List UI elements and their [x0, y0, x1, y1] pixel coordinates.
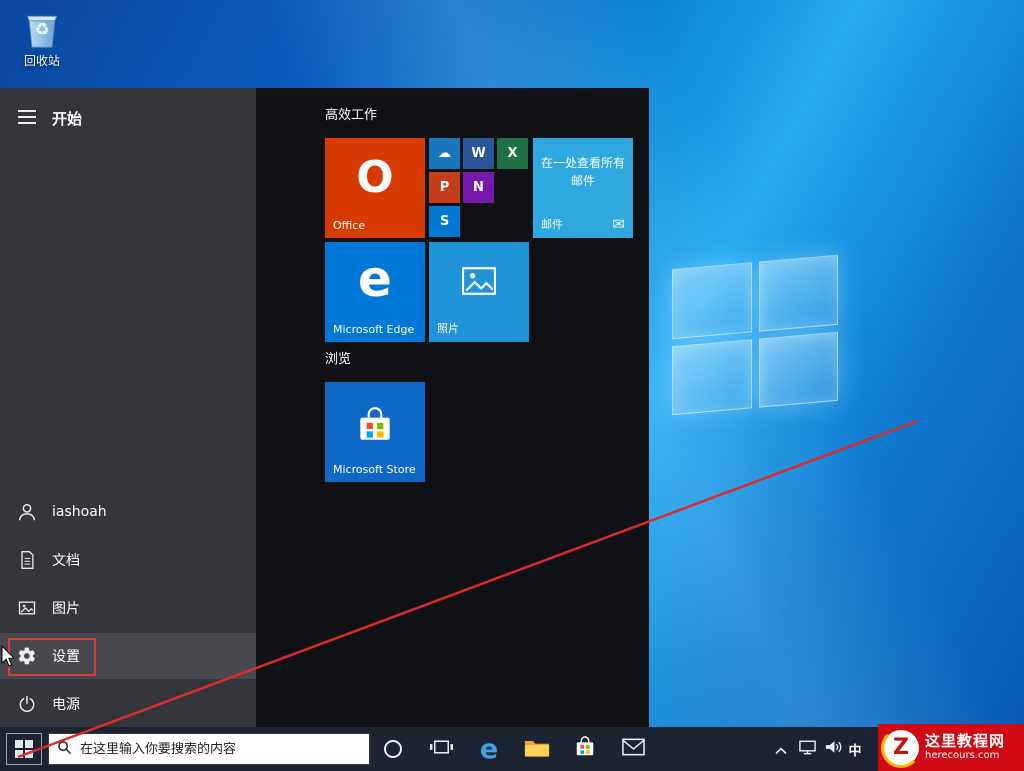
- search-input[interactable]: [80, 741, 361, 757]
- windows-desktop-screen: ♻ 回收站 开始 iashoah 文档 图片 设置 电源 高效工作 O Offi…: [0, 0, 1024, 771]
- edge-icon: e: [358, 250, 392, 308]
- rail-item-power[interactable]: 电源: [0, 681, 256, 727]
- search-icon: [57, 740, 72, 759]
- rail-item-settings[interactable]: 设置: [0, 633, 256, 679]
- tile-label: 照片: [437, 322, 459, 335]
- cortana-icon: [384, 740, 402, 758]
- tutorial-watermark: Z 这里教程网 herecours.com: [878, 724, 1024, 771]
- rail-item-documents[interactable]: 文档: [0, 537, 256, 583]
- tray-ime-button[interactable]: 中: [842, 727, 868, 771]
- gear-icon: [16, 645, 38, 667]
- mail-envelope-icon: ✉: [612, 215, 625, 233]
- hamburger-menu-button[interactable]: [18, 110, 36, 124]
- small-tile-excel[interactable]: X: [497, 138, 528, 169]
- recycle-symbol-icon: ♻: [34, 20, 50, 40]
- file-explorer-button[interactable]: [513, 727, 561, 771]
- start-button-focus-outline: [6, 733, 42, 765]
- photos-icon: [429, 264, 529, 302]
- mail-tile-text: 在一处查看所有邮件: [540, 156, 625, 188]
- tile-label: 邮件: [541, 218, 563, 231]
- tile-label: Microsoft Edge: [333, 323, 415, 336]
- start-menu: 开始 iashoah 文档 图片 设置 电源 高效工作 O Office ☁ W…: [0, 88, 649, 727]
- small-tile-group: ☁ W X P N S: [429, 138, 529, 238]
- start-menu-left-rail: 开始 iashoah 文档 图片 设置 电源: [0, 88, 256, 727]
- start-menu-title: 开始: [52, 110, 83, 128]
- store-taskbar-icon: [574, 735, 596, 763]
- word-icon: W: [471, 146, 486, 161]
- rail-item-label: 图片: [52, 601, 80, 617]
- watermark-url: herecours.com: [925, 750, 1000, 762]
- start-menu-tiles-pane: 高效工作 O Office ☁ W X P N S 在一处查看所有邮件 邮件 ✉…: [256, 88, 649, 727]
- tile-label: Office: [333, 219, 366, 232]
- tile-mail[interactable]: 在一处查看所有邮件 邮件 ✉: [533, 138, 633, 238]
- rail-item-user[interactable]: iashoah: [0, 489, 256, 535]
- small-tile-onenote[interactable]: N: [463, 172, 494, 203]
- small-tile-onedrive[interactable]: ☁: [429, 138, 460, 169]
- tile-label: Microsoft Store: [333, 463, 416, 476]
- recycle-bin-label: 回收站: [23, 54, 60, 68]
- store-taskbar-button[interactable]: [561, 727, 609, 771]
- edge-taskbar-button[interactable]: e: [465, 727, 513, 771]
- chevron-up-icon: [775, 740, 787, 759]
- watermark-logo: Z: [881, 727, 921, 768]
- tile-edge[interactable]: e Microsoft Edge: [325, 242, 425, 342]
- small-tile-powerpoint[interactable]: P: [429, 172, 460, 203]
- excel-icon: X: [507, 146, 518, 161]
- windows-logo-pane: [758, 331, 838, 408]
- tile-group-title: 高效工作: [325, 108, 378, 123]
- rail-item-pictures[interactable]: 图片: [0, 585, 256, 631]
- small-tile-word[interactable]: W: [463, 138, 494, 169]
- tray-show-hidden-icons-button[interactable]: [768, 727, 794, 771]
- store-bag-icon: [325, 404, 425, 450]
- office-icon: O: [356, 152, 394, 203]
- rail-item-label: 设置: [52, 649, 80, 665]
- mail-taskbar-icon: [621, 738, 645, 760]
- cortana-button[interactable]: [369, 727, 417, 771]
- document-icon: [16, 549, 38, 571]
- taskbar-search-box[interactable]: [48, 733, 370, 765]
- small-tile-skype[interactable]: S: [429, 206, 460, 237]
- tray-network-button[interactable]: [794, 727, 820, 771]
- windows-logo-pane: [672, 262, 752, 339]
- watermark-title: 这里教程网: [925, 732, 1006, 751]
- user-avatar-icon: [16, 501, 38, 523]
- watermark-logo-letter: Z: [893, 735, 909, 760]
- windows-logo-wallpaper: [672, 254, 838, 416]
- ime-language-indicator: 中: [848, 743, 862, 759]
- network-icon: [798, 739, 817, 759]
- onedrive-icon: ☁: [438, 146, 451, 161]
- onenote-icon: N: [473, 180, 484, 195]
- tile-group-title: 浏览: [325, 352, 352, 367]
- windows-logo-pane: [672, 338, 752, 416]
- file-explorer-icon: [524, 737, 550, 762]
- tile-store[interactable]: Microsoft Store: [325, 382, 425, 482]
- windows-logo-pane: [758, 254, 838, 332]
- power-icon: [16, 693, 38, 715]
- skype-icon: S: [439, 214, 450, 229]
- powerpoint-icon: P: [439, 180, 450, 195]
- start-button[interactable]: [0, 727, 48, 771]
- recycle-bin-shortcut[interactable]: ♻ 回收站: [14, 8, 70, 69]
- rail-item-label: iashoah: [52, 504, 107, 520]
- mail-taskbar-button[interactable]: [609, 727, 657, 771]
- tile-photos[interactable]: 照片: [429, 242, 529, 342]
- rail-item-label: 文档: [52, 553, 80, 569]
- tile-office[interactable]: O Office: [325, 138, 425, 238]
- task-view-icon: [429, 738, 454, 760]
- speaker-icon: [824, 739, 843, 759]
- taskbar: e: [0, 727, 1024, 771]
- task-view-button[interactable]: [417, 727, 465, 771]
- edge-taskbar-icon: e: [479, 733, 499, 765]
- rail-item-label: 电源: [52, 697, 80, 713]
- pictures-icon: [16, 597, 38, 619]
- recycle-bin-icon: ♻: [22, 8, 62, 50]
